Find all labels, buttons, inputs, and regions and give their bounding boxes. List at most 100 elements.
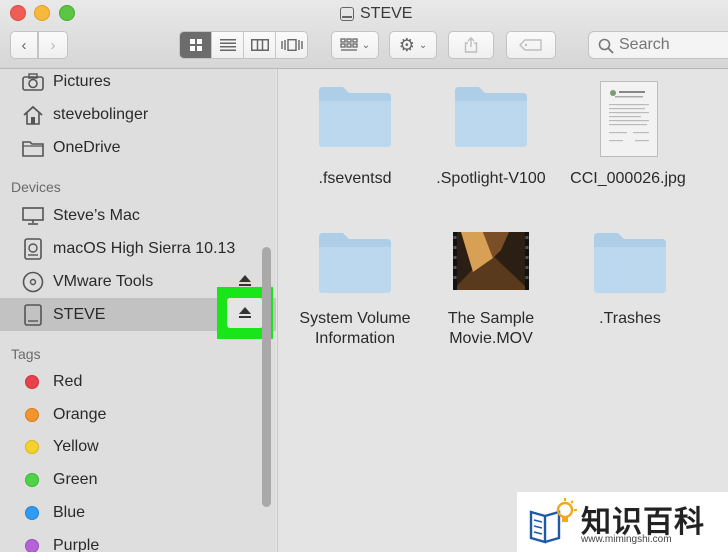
orange-tag-dot-icon bbox=[25, 407, 39, 422]
window-title-text: STEVE bbox=[360, 5, 413, 22]
file-item-fseventsd[interactable]: .fseventsd bbox=[285, 83, 425, 193]
file-item-trashes[interactable]: .Trashes bbox=[560, 229, 700, 353]
folder-icon bbox=[594, 233, 666, 293]
sidebar-item-onedrive[interactable]: OneDrive bbox=[0, 131, 276, 164]
share-button[interactable] bbox=[448, 31, 494, 59]
sidebar-tag-purple[interactable]: Purple bbox=[0, 529, 276, 552]
file-name-line-1: The Sample bbox=[447, 310, 535, 327]
minimize-button[interactable] bbox=[34, 5, 50, 21]
watermark-url: www.mimingshi.com bbox=[581, 534, 672, 545]
file-item-the-sample-movie-mov[interactable]: The Sample Movie.MOV bbox=[421, 229, 561, 353]
sidebar-item-label: Orange bbox=[53, 405, 107, 423]
file-name-line-2: Information bbox=[314, 330, 396, 347]
camera-icon bbox=[22, 71, 44, 93]
back-button[interactable]: ‹ bbox=[10, 31, 38, 59]
sidebar-scrollbar[interactable] bbox=[262, 247, 271, 507]
sidebar-tag-orange[interactable]: Orange bbox=[0, 398, 276, 431]
sidebar-tag-red[interactable]: Red bbox=[0, 365, 276, 398]
sidebar-tag-blue[interactable]: Blue bbox=[0, 496, 276, 529]
eject-steve-button[interactable] bbox=[227, 298, 263, 328]
share-icon bbox=[464, 37, 478, 53]
movie-thumbnail-icon bbox=[453, 232, 529, 290]
finder-window: STEVE ‹ › ⌄ ⚙ ⌄ Search Pictures stevebol… bbox=[0, 0, 728, 552]
sidebar-item-label: Blue bbox=[53, 503, 86, 521]
watermark: 知识百科 www.mimingshi.com bbox=[517, 492, 728, 552]
cover-flow-view-button[interactable] bbox=[276, 32, 307, 58]
folder-icon bbox=[319, 233, 391, 293]
search-field[interactable] bbox=[588, 31, 728, 59]
titlebar: STEVE ‹ › ⌄ ⚙ ⌄ bbox=[0, 0, 728, 69]
list-icon bbox=[219, 39, 236, 51]
sidebar-tag-green[interactable]: Green bbox=[0, 463, 276, 496]
blue-tag-dot-icon bbox=[25, 505, 39, 520]
eject-icon bbox=[238, 306, 252, 320]
edit-tags-button[interactable] bbox=[506, 31, 556, 59]
sidebar-item-label: macOS High Sierra 10.13 bbox=[53, 239, 236, 257]
yellow-tag-dot-icon bbox=[25, 439, 39, 454]
disk-icon bbox=[22, 237, 44, 260]
file-item-cci-000026-jpg[interactable]: CCI_000026.jpg bbox=[558, 79, 698, 193]
sidebar-item-label: Red bbox=[53, 372, 83, 390]
file-name-line-2: Movie.MOV bbox=[449, 330, 533, 347]
sidebar-item-label: VMware Tools bbox=[53, 272, 154, 290]
search-input[interactable] bbox=[617, 35, 728, 55]
forward-button[interactable]: › bbox=[38, 31, 68, 59]
file-item-system-volume-information[interactable]: System Volume Information bbox=[285, 229, 425, 353]
tag-icon bbox=[519, 39, 542, 51]
file-name: CCI_000026.jpg bbox=[570, 170, 686, 187]
sidebar-item-label: OneDrive bbox=[53, 138, 121, 156]
sidebar-tag-yellow[interactable]: Yellow bbox=[0, 430, 276, 463]
file-browser: .fseventsd .Spotlight-V100 CCI_000026.jp… bbox=[277, 69, 728, 552]
sidebar-item-label: Steve’s Mac bbox=[53, 206, 140, 224]
window-title: STEVE bbox=[340, 4, 412, 24]
file-name: .Spotlight-V100 bbox=[436, 170, 546, 187]
chevron-down-icon: ⌄ bbox=[418, 39, 428, 51]
sidebar-item-macos-high-sierra[interactable]: macOS High Sierra 10.13 bbox=[0, 232, 276, 265]
green-tag-dot-icon bbox=[25, 472, 39, 487]
purple-tag-dot-icon bbox=[25, 538, 39, 552]
zoom-button[interactable] bbox=[59, 5, 75, 21]
action-button[interactable]: ⚙ ⌄ bbox=[389, 31, 437, 59]
grid-icon bbox=[189, 39, 202, 51]
sidebar-item-pictures[interactable]: Pictures bbox=[0, 69, 276, 98]
sidebar-item-stevebolinger[interactable]: stevebolinger bbox=[0, 98, 276, 131]
home-icon bbox=[22, 104, 44, 126]
sidebar-item-label: Yellow bbox=[53, 437, 99, 455]
search-icon bbox=[598, 38, 614, 54]
view-mode-segmented-control bbox=[179, 31, 308, 59]
sidebar-item-label: Pictures bbox=[53, 72, 111, 90]
folder-icon bbox=[22, 137, 44, 159]
columns-icon bbox=[250, 39, 269, 51]
file-item-spotlight-v100[interactable]: .Spotlight-V100 bbox=[421, 83, 561, 193]
arrange-button[interactable]: ⌄ bbox=[331, 31, 379, 59]
external-drive-icon bbox=[22, 303, 44, 326]
chevron-left-icon: ‹ bbox=[21, 36, 27, 54]
tags-section-header: Tags bbox=[11, 346, 41, 362]
sidebar: Pictures stevebolinger OneDrive Devices … bbox=[0, 69, 276, 552]
chevron-right-icon: › bbox=[50, 36, 56, 54]
red-tag-dot-icon bbox=[25, 374, 39, 389]
arrange-icon bbox=[340, 38, 358, 51]
cd-icon bbox=[22, 271, 44, 293]
devices-section-header: Devices bbox=[11, 179, 61, 195]
gear-icon: ⚙ bbox=[398, 34, 415, 55]
folder-icon bbox=[455, 87, 527, 147]
cover-flow-icon bbox=[280, 39, 303, 51]
chevron-down-icon: ⌄ bbox=[361, 39, 371, 51]
icon-view-button[interactable] bbox=[180, 32, 212, 58]
sidebar-item-label: Green bbox=[53, 470, 98, 488]
file-name-line-1: System Volume bbox=[299, 310, 411, 327]
computer-icon bbox=[22, 205, 44, 227]
sidebar-item-label: STEVE bbox=[53, 305, 106, 323]
sidebar-item-label: Purple bbox=[53, 536, 100, 552]
sidebar-item-steves-mac[interactable]: Steve’s Mac bbox=[0, 199, 276, 232]
book-lightbulb-logo-icon bbox=[529, 498, 577, 544]
list-view-button[interactable] bbox=[212, 32, 244, 58]
file-name: .fseventsd bbox=[318, 170, 392, 187]
close-button[interactable] bbox=[10, 5, 26, 21]
sidebar-item-label: stevebolinger bbox=[53, 105, 149, 123]
drive-icon bbox=[340, 7, 354, 21]
column-view-button[interactable] bbox=[244, 32, 276, 58]
image-thumbnail-icon bbox=[600, 81, 658, 157]
folder-icon bbox=[319, 87, 391, 147]
